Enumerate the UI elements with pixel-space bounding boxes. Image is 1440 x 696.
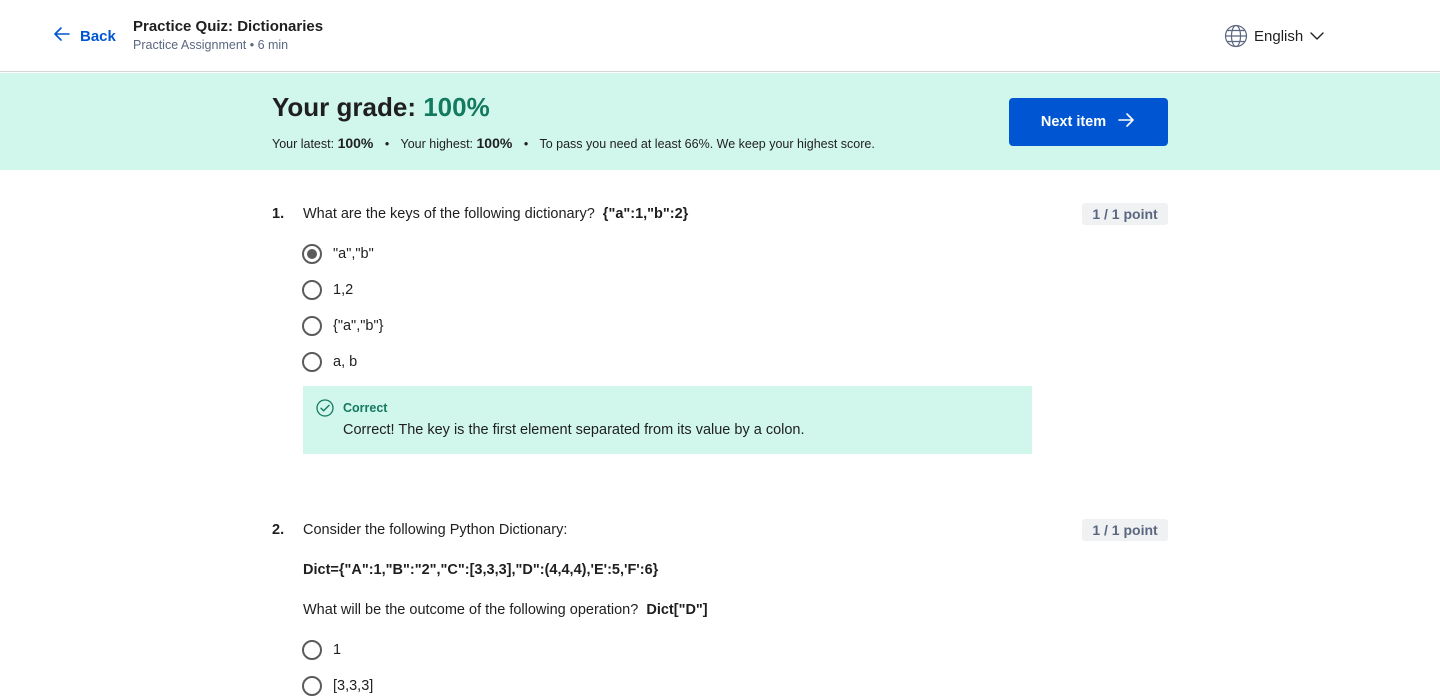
answer-option[interactable]: 1,2 (302, 280, 353, 300)
option-label: {"a","b"} (333, 318, 384, 334)
latest-value: 100% (337, 135, 374, 151)
language-label: English (1254, 27, 1304, 45)
question-text: Consider the following Python Dictionary… (303, 522, 568, 538)
feedback-title: Correct (343, 401, 388, 415)
latest-label: Your latest: (272, 137, 335, 151)
question-prompt: What are the keys of the following dicti… (303, 206, 595, 222)
option-label: "a","b" (333, 246, 374, 262)
highest-label: Your highest: (400, 137, 474, 151)
check-circle-icon (316, 399, 334, 417)
grade-details: Your latest: 100% • Your highest: 100% •… (272, 135, 875, 151)
points-badge: 1 / 1 point (1082, 203, 1168, 225)
arrow-right-icon (1116, 110, 1136, 134)
globe-icon (1224, 24, 1248, 48)
page-heading: Practice Quiz: Dictionaries Practice Ass… (133, 17, 323, 52)
prompt-text: What will be the outcome of the followin… (303, 602, 639, 618)
grade-value: 100% (423, 92, 490, 122)
back-button[interactable]: Back (52, 24, 116, 48)
question-prompt: What will be the outcome of the followin… (303, 602, 708, 618)
code-block: Dict={"A":1,"B":"2","C":[3,3,3],"D":(4,4… (303, 562, 659, 578)
option-label: a, b (333, 354, 358, 370)
prompt-code: Dict["D"] (646, 602, 708, 618)
answer-option[interactable]: a, b (302, 352, 357, 372)
grade-label: Your grade: (272, 92, 416, 122)
question-number: 1. (272, 206, 285, 222)
radio-icon[interactable] (302, 352, 322, 372)
page-subtitle: Practice Assignment • 6 min (133, 38, 289, 52)
answer-option[interactable]: {"a","b"} (302, 316, 383, 336)
question-text: What are the keys of the following dicti… (303, 206, 688, 222)
pass-note: To pass you need at least 66%. We keep y… (539, 137, 875, 151)
language-selector[interactable]: English (1224, 24, 1325, 48)
grade-heading: Your grade: 100% (272, 92, 490, 123)
option-label: 1,2 (333, 282, 354, 298)
back-label: Back (80, 27, 116, 45)
grade-banner: Your grade: 100% Your latest: 100% • You… (0, 73, 1440, 170)
option-label: 1 (333, 642, 342, 658)
separator-dot: • (523, 137, 529, 151)
chevron-down-icon (1309, 28, 1325, 44)
question-code: {"a":1,"b":2} (602, 206, 689, 222)
radio-icon[interactable] (302, 316, 322, 336)
answer-option[interactable]: 1 (302, 640, 341, 660)
separator-dot: • (384, 137, 390, 151)
radio-icon[interactable] (302, 676, 322, 696)
page-title: Practice Quiz: Dictionaries (133, 18, 324, 35)
next-item-button[interactable]: Next item (1009, 98, 1168, 146)
feedback-box: Correct Correct! The key is the first el… (303, 386, 1032, 454)
arrow-left-icon (52, 24, 72, 48)
option-label: [3,3,3] (333, 678, 374, 694)
points-badge: 1 / 1 point (1082, 519, 1168, 541)
radio-icon[interactable] (302, 280, 322, 300)
question-number: 2. (272, 522, 285, 538)
feedback-text: Correct! The key is the first element se… (343, 422, 805, 438)
answer-option[interactable]: [3,3,3] (302, 676, 373, 696)
radio-icon[interactable] (302, 640, 322, 660)
answer-option[interactable]: "a","b" (302, 244, 374, 264)
highest-value: 100% (476, 135, 513, 151)
top-bar: Back Practice Quiz: Dictionaries Practic… (0, 0, 1440, 72)
next-item-label: Next item (1040, 114, 1107, 130)
radio-selected-icon[interactable] (302, 244, 322, 264)
